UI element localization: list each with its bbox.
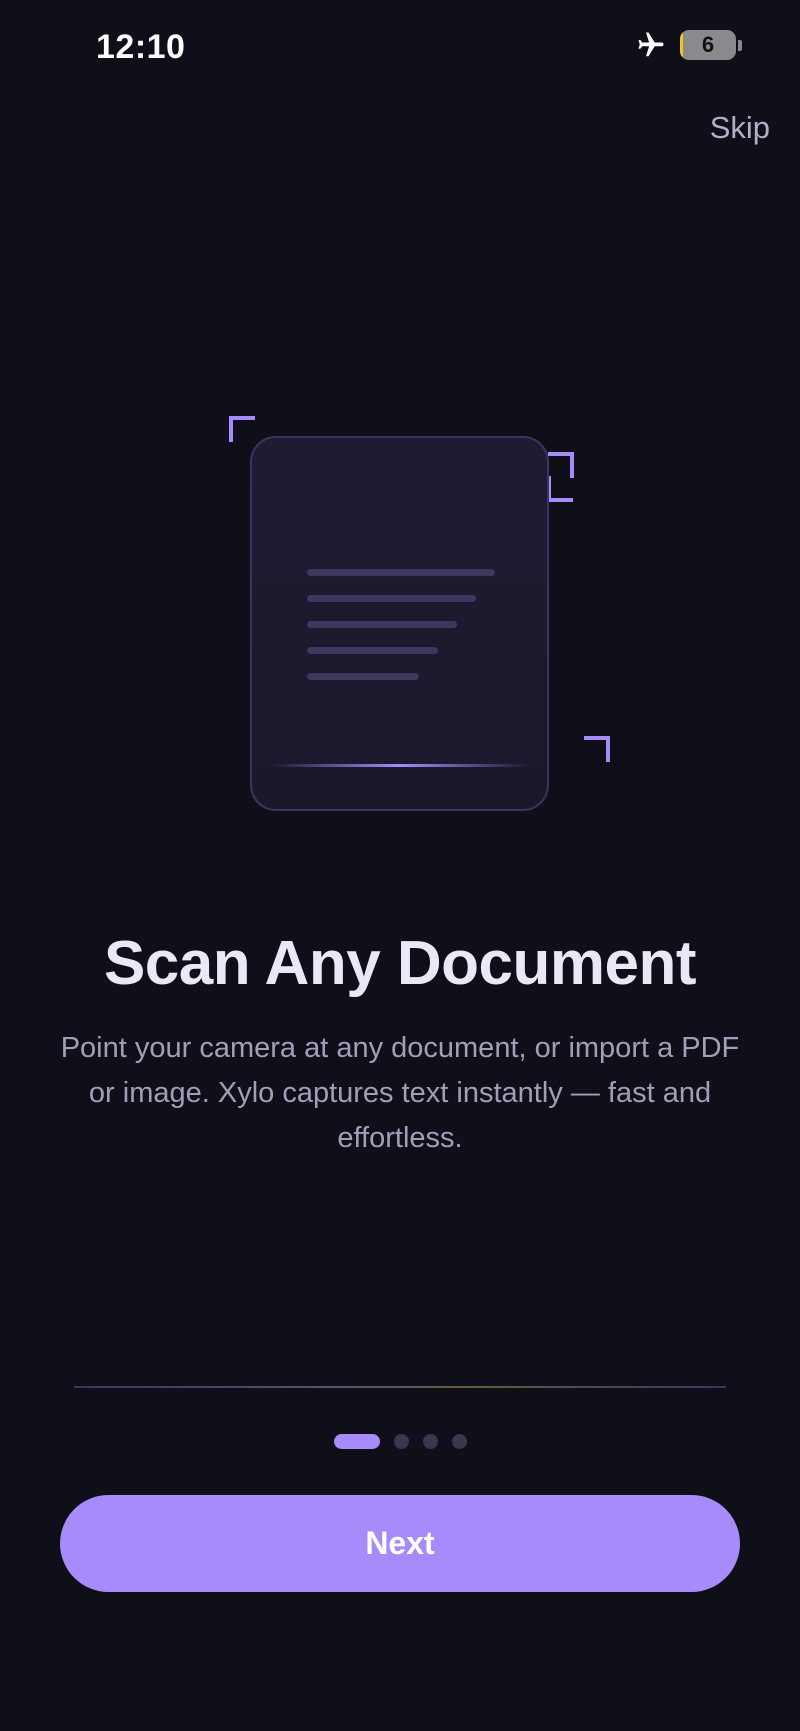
document-scan-illustration bbox=[0, 0, 800, 900]
document-icon bbox=[250, 436, 549, 811]
scan-corner-bottom-right bbox=[584, 736, 610, 762]
onboarding-screen: 12:10 6 Skip Scan Any Document Point you… bbox=[0, 0, 800, 1731]
scan-line bbox=[270, 764, 529, 767]
page-title: Scan Any Document bbox=[103, 929, 697, 998]
page-dot bbox=[422, 1434, 438, 1449]
next-button-label: Next bbox=[365, 1525, 435, 1561]
scan-corner-top-left bbox=[229, 416, 255, 442]
scan-corner-top-right bbox=[548, 452, 574, 478]
document-text-line bbox=[307, 621, 457, 628]
scan-corner-bottom-left bbox=[547, 476, 573, 502]
document-text-line bbox=[307, 595, 476, 602]
document-text-line bbox=[307, 569, 495, 576]
page-dot bbox=[451, 1434, 467, 1449]
page-dot-active bbox=[333, 1434, 380, 1449]
next-button[interactable]: Next bbox=[60, 1495, 740, 1592]
page-description: Point your camera at any document, or im… bbox=[60, 1032, 740, 1154]
page-indicator bbox=[0, 1434, 800, 1449]
document-text-line bbox=[307, 673, 419, 680]
document-text-line bbox=[307, 647, 438, 654]
divider bbox=[74, 1386, 726, 1388]
page-dot bbox=[393, 1434, 409, 1449]
